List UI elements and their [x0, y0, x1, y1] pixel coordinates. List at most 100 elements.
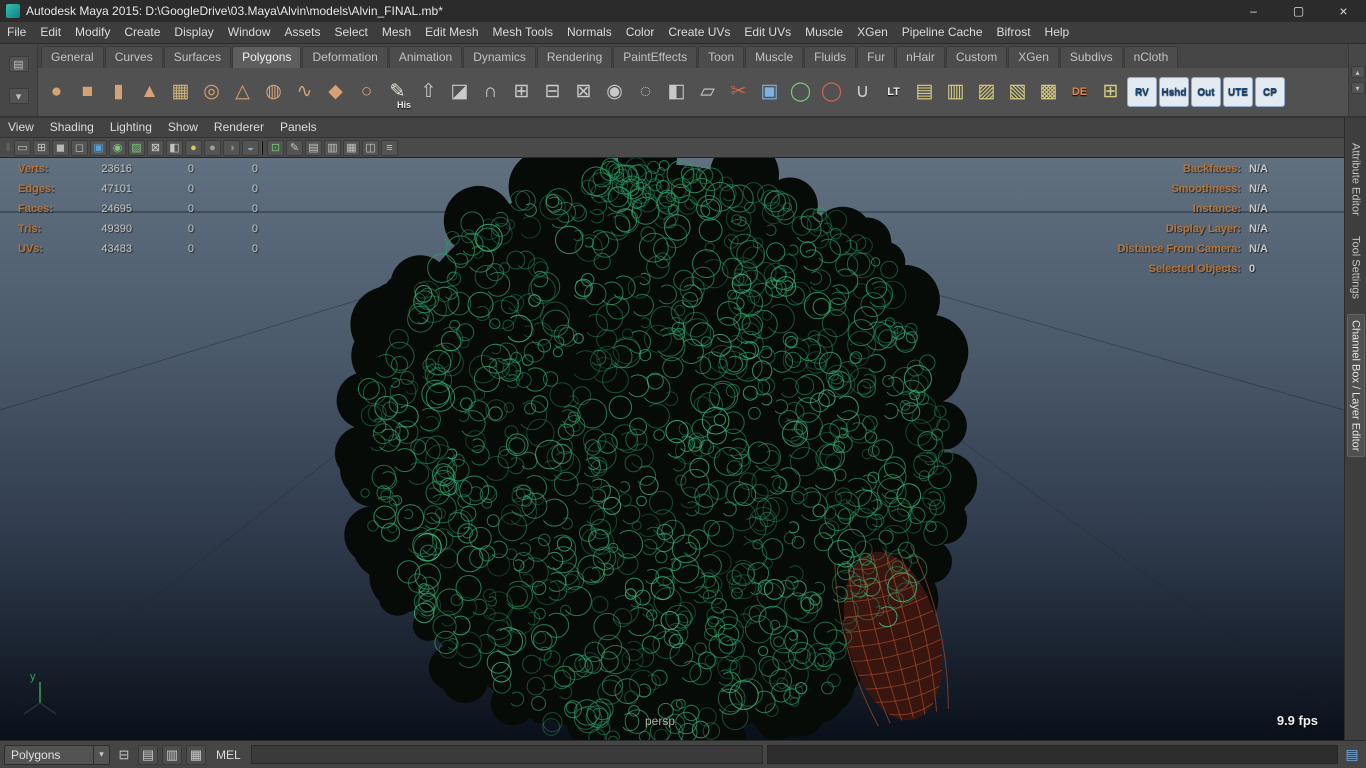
quick-layout-icon[interactable]: ⊟	[114, 745, 134, 765]
wireframe-on-shaded-icon[interactable]: ▣	[90, 139, 107, 156]
two-sided-lighting-icon[interactable]: ●	[204, 139, 221, 156]
occlusion-icon[interactable]: ◒	[242, 139, 259, 156]
right-panel-tab[interactable]: Channel Box / Layer Editor	[1346, 313, 1365, 458]
panel-menu-item[interactable]: Show	[160, 118, 206, 137]
menu-item[interactable]: Display	[167, 22, 220, 43]
command-line-input[interactable]	[250, 745, 763, 764]
menu-item[interactable]: Help	[1038, 22, 1077, 43]
poly-sphere-icon[interactable]: ●	[41, 73, 72, 111]
shelf-tab[interactable]: Toon	[698, 46, 745, 68]
multi-cut-icon[interactable]: ✂	[723, 73, 754, 111]
shelf-tab[interactable]: PaintEffects	[613, 46, 698, 68]
shelf-tab[interactable]: nCloth	[1123, 46, 1179, 68]
menu-set-dropdown[interactable]: Polygons ▾	[4, 744, 110, 765]
quad-draw-icon[interactable]: ▱	[692, 73, 723, 111]
maximize-button[interactable]: ▢	[1276, 0, 1321, 22]
shelf-tab[interactable]: Polygons	[232, 46, 302, 68]
lt-icon[interactable]: LT	[878, 73, 909, 111]
poly-extrude-icon[interactable]: ⇧	[413, 73, 444, 111]
panel-menu-item[interactable]: Lighting	[102, 118, 160, 137]
uv-editor-grid-icon[interactable]: ⊞	[1095, 73, 1126, 111]
component-editor-icon[interactable]: CP	[1255, 77, 1285, 107]
toolbar-grip[interactable]: ‖	[4, 140, 12, 156]
poly-combine-icon[interactable]: ⊞	[506, 73, 537, 111]
shelf-tab[interactable]: Curves	[104, 46, 163, 68]
symmetry-off-icon[interactable]: ◯	[816, 73, 847, 111]
shadows-icon[interactable]: ◑	[223, 139, 240, 156]
right-panel-tab[interactable]: Tool Settings	[1348, 231, 1364, 304]
xray-mode-icon[interactable]: ◻	[71, 139, 88, 156]
default-material-icon[interactable]: ◉	[109, 139, 126, 156]
camera-attributes-icon[interactable]: ▤	[305, 139, 322, 156]
menu-item[interactable]: Create UVs	[661, 22, 737, 43]
poly-helix-icon[interactable]: ∿	[289, 73, 320, 111]
menu-item[interactable]: Muscle	[798, 22, 850, 43]
shelf-tab[interactable]: Subdivs	[1059, 46, 1123, 68]
poly-mirror-icon[interactable]: ◧	[661, 73, 692, 111]
menu-item[interactable]: Edit	[33, 22, 68, 43]
outliner-toggle-icon[interactable]: ▤	[138, 744, 158, 765]
menu-item[interactable]: File	[0, 22, 33, 43]
menu-item[interactable]: Assets	[277, 22, 327, 43]
poly-cone-icon[interactable]: ▲	[134, 73, 165, 111]
target-weld-icon[interactable]: ▣	[754, 73, 785, 111]
image-plane-icon[interactable]: ▦	[343, 139, 360, 156]
bookmarks-icon[interactable]: ▥	[324, 139, 341, 156]
perspective-viewport[interactable]: y Verts: 23616 0 0 Edges: 47101 0 0 Face…	[0, 158, 1344, 740]
poly-cylinder-icon[interactable]: ▮	[103, 73, 134, 111]
uv-cylindrical-icon[interactable]: ▨	[971, 73, 1002, 111]
menu-item[interactable]: XGen	[850, 22, 895, 43]
menu-item[interactable]: Mesh Tools	[486, 22, 560, 43]
uv-automatic-icon[interactable]: ▥	[940, 73, 971, 111]
menu-item[interactable]: Normals	[560, 22, 619, 43]
panel-menu-item[interactable]: Shading	[42, 118, 102, 137]
menu-item[interactable]: Edit Mesh	[418, 22, 485, 43]
poly-reduce-icon[interactable]: ◌	[630, 73, 661, 111]
shelf-tab[interactable]: Deformation	[302, 46, 388, 68]
uv-spherical-icon[interactable]: ▧	[1002, 73, 1033, 111]
isolate-select-icon[interactable]: ⊡	[267, 139, 284, 156]
poly-torus-icon[interactable]: ◎	[196, 73, 227, 111]
shelf-tab[interactable]: General	[41, 46, 104, 68]
poly-boolean-icon[interactable]: ⊠	[568, 73, 599, 111]
hypergraph-toggle-icon[interactable]: ▦	[186, 744, 206, 765]
use-all-lights-icon[interactable]: ●	[185, 139, 202, 156]
menu-item[interactable]: Pipeline Cache	[895, 22, 990, 43]
textured-mode-icon[interactable]: ▨	[128, 139, 145, 156]
shelf-tab[interactable]: Muscle	[745, 46, 804, 68]
menu-item[interactable]: Mesh	[375, 22, 418, 43]
shelf-tab[interactable]: Custom	[945, 46, 1008, 68]
graph-layout-icon[interactable]: ▥	[162, 744, 182, 765]
panel-menu-icon[interactable]: ≡	[381, 139, 398, 156]
poly-bevel-icon[interactable]: ◪	[444, 73, 475, 111]
grease-pencil-icon[interactable]: ✎	[286, 139, 303, 156]
checker-map-icon[interactable]: ⊠	[147, 139, 164, 156]
poly-pyramid-icon[interactable]: △	[227, 73, 258, 111]
poly-cube-icon[interactable]: ■	[72, 73, 103, 111]
minimize-button[interactable]: –	[1231, 0, 1276, 22]
right-panel-tab[interactable]: Attribute Editor	[1348, 138, 1364, 221]
shelf-scroll-down-icon[interactable]: ▾	[1350, 82, 1365, 94]
single-pane-layout-icon[interactable]: ▭	[14, 139, 31, 156]
menu-item[interactable]: Bifrost	[990, 22, 1038, 43]
shelf-tab[interactable]: Fluids	[804, 46, 857, 68]
poly-smooth-icon[interactable]: ◉	[599, 73, 630, 111]
poly-platonic-icon[interactable]: ◆	[320, 73, 351, 111]
shelf-tab[interactable]: Surfaces	[163, 46, 232, 68]
outliner-icon[interactable]: Out	[1191, 77, 1221, 107]
shelf-collapse-icon[interactable]: ▾	[8, 88, 29, 104]
shelf-tab[interactable]: nHair	[896, 46, 945, 68]
shelf-tab-list-icon[interactable]: ▤	[8, 56, 29, 72]
script-editor-icon[interactable]: ▤	[1342, 745, 1362, 765]
close-button[interactable]: ×	[1321, 0, 1366, 22]
shelf-tab[interactable]: Fur	[857, 46, 896, 68]
panel-menu-item[interactable]: Panels	[272, 118, 325, 137]
uv-texture-editor-icon[interactable]: UTE	[1223, 77, 1253, 107]
symmetry-on-icon[interactable]: ◯	[785, 73, 816, 111]
poly-soccerball-icon[interactable]: ○	[351, 73, 382, 111]
poly-plane-icon[interactable]: ▦	[165, 73, 196, 111]
four-pane-layout-icon[interactable]: ⊞	[33, 139, 50, 156]
menu-item[interactable]: Window	[221, 22, 278, 43]
shelf-scroll-up-icon[interactable]: ▴	[1350, 66, 1365, 78]
hypershade-icon[interactable]: Hshd	[1159, 77, 1189, 107]
